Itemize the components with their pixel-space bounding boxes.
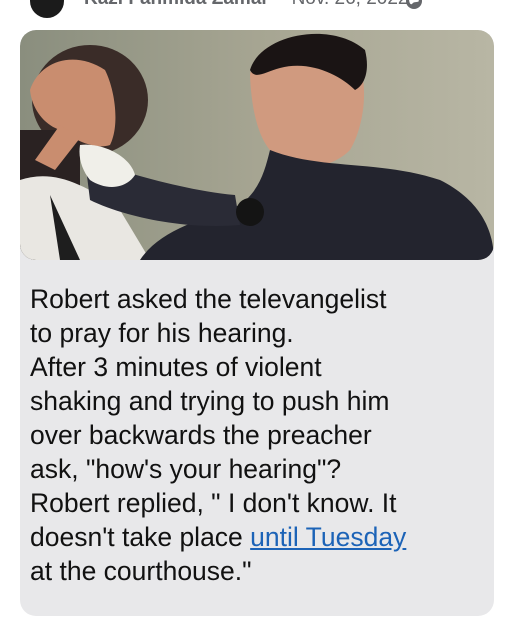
- message-line: at the courthouse.": [30, 556, 252, 586]
- message-line: ask, "how's your hearing"?: [30, 454, 342, 484]
- message-text: Robert asked the televangelist to pray f…: [30, 282, 494, 588]
- message-card: Robert asked the televangelist to pray f…: [20, 30, 494, 616]
- message-line: Robert replied, " I don't know. It: [30, 488, 397, 518]
- author-avatar[interactable]: [30, 0, 64, 18]
- meta-separator: ·: [276, 0, 282, 9]
- message-line: After 3 minutes of violent: [30, 352, 322, 382]
- message-line: over backwards the preacher: [30, 420, 372, 450]
- globe-icon[interactable]: [405, 0, 423, 10]
- post-meta: Kazi Fahmida Zamal · Nov. 26, 2022 ·: [84, 0, 428, 10]
- author-name[interactable]: Kazi Fahmida Zamal: [84, 0, 267, 9]
- date-link[interactable]: until Tuesday: [250, 522, 406, 552]
- message-line: shaking and trying to push him: [30, 386, 390, 416]
- post-header: Kazi Fahmida Zamal · Nov. 26, 2022 ·: [0, 0, 511, 24]
- message-line-prefix: doesn't take place: [30, 522, 251, 552]
- message-line: Robert asked the televangelist: [30, 284, 387, 314]
- message-line: doesn't take place until Tuesday: [30, 520, 494, 554]
- post-date[interactable]: Nov. 26, 2022: [292, 0, 409, 9]
- message-line: to pray for his hearing.: [30, 318, 294, 348]
- photo-image[interactable]: [20, 30, 494, 260]
